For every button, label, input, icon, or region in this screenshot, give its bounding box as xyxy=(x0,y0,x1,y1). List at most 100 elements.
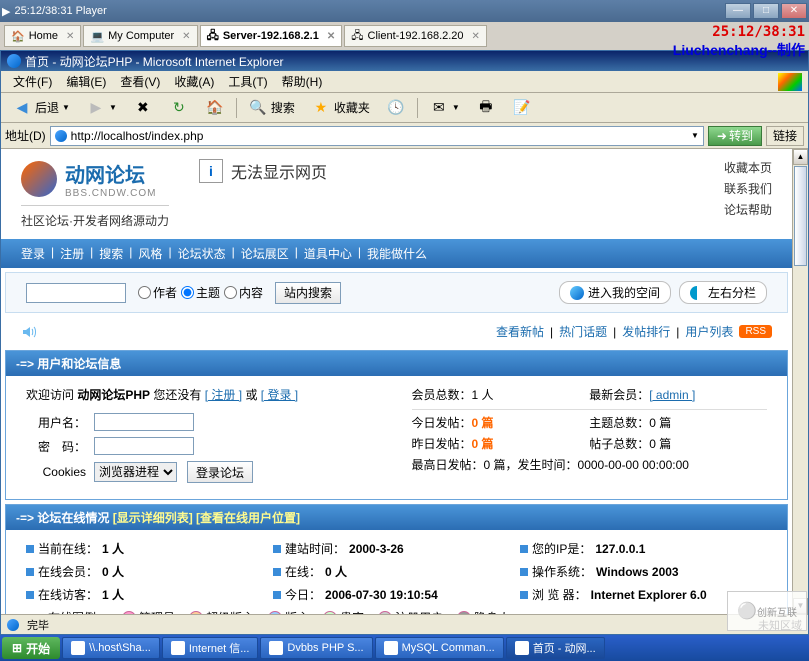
nav-login[interactable]: 登录 xyxy=(21,245,45,262)
minimize-button[interactable]: — xyxy=(725,3,751,19)
forward-icon: ▶ xyxy=(86,98,106,118)
password-input[interactable] xyxy=(94,437,194,455)
tab-mycomputer[interactable]: 💻My Computer✕ xyxy=(83,25,197,47)
back-icon: ◀ xyxy=(12,98,32,118)
nav-zone[interactable]: 论坛展区 xyxy=(241,245,289,262)
tab-close-icon[interactable]: ✕ xyxy=(182,31,190,42)
radio-subject[interactable]: 主题 xyxy=(181,284,220,301)
login-submit-button[interactable]: 登录论坛 xyxy=(187,461,253,483)
start-button[interactable]: ⊞开始 xyxy=(2,637,60,659)
newest-member-link[interactable]: [ admin ] xyxy=(649,388,695,402)
split-view-button[interactable]: 左右分栏 xyxy=(679,281,767,304)
taskbar-item[interactable]: MySQL Comman... xyxy=(375,637,504,659)
scroll-up-icon[interactable]: ▲ xyxy=(793,149,808,165)
taskbar-item[interactable]: Internet 信... xyxy=(162,637,259,659)
myspace-button[interactable]: 进入我的空间 xyxy=(559,281,671,304)
ie-title: 首页 - 动网论坛PHP - Microsoft Internet Explor… xyxy=(25,53,284,70)
radio-content[interactable]: 内容 xyxy=(224,284,263,301)
tab-server[interactable]: 🖧Server-192.168.2.1✕ xyxy=(200,25,343,47)
taskbar-item[interactable]: Dvbbs PHP S... xyxy=(260,637,372,659)
menu-help[interactable]: 帮助(H) xyxy=(276,71,329,92)
mail-button[interactable]: ✉▼ xyxy=(422,95,467,121)
back-button[interactable]: ◀后退▼ xyxy=(5,95,77,121)
refresh-button[interactable]: ↻ xyxy=(162,95,196,121)
username-input[interactable] xyxy=(94,413,194,431)
tab-close-icon[interactable]: ✕ xyxy=(472,31,480,42)
taskbar-item-active[interactable]: 首页 - 动网... xyxy=(506,637,605,659)
print-button[interactable]: 🖶 xyxy=(469,95,503,121)
bullet-icon xyxy=(26,614,34,615)
register-link[interactable]: [ 注册 ] xyxy=(205,388,242,402)
vertical-scrollbar[interactable]: ▲ ▼ xyxy=(792,149,808,614)
sublink-hot[interactable]: 热门话题 xyxy=(559,323,607,340)
go-button[interactable]: ➜转到 xyxy=(708,126,762,146)
nav-whatcanido[interactable]: 我能做什么 xyxy=(367,245,427,262)
tab-client[interactable]: 🖧Client-192.168.2.20✕ xyxy=(344,25,487,47)
logo-title: 动网论坛 xyxy=(65,159,156,188)
nav-props[interactable]: 道具中心 xyxy=(304,245,352,262)
role-mod-icon xyxy=(268,611,282,615)
rss-badge[interactable]: RSS xyxy=(739,325,772,338)
detail-list-link[interactable]: [显示详细列表] xyxy=(113,511,193,525)
taskbar-item[interactable]: \\.host\Sha... xyxy=(62,637,160,659)
links-button[interactable]: 链接 xyxy=(766,126,804,146)
search-input[interactable] xyxy=(26,283,126,303)
address-input-wrapper[interactable]: ▼ xyxy=(50,126,704,146)
nav-search[interactable]: 搜索 xyxy=(99,245,123,262)
edit-button[interactable]: 📝 xyxy=(505,95,539,121)
ie-taskbar-icon xyxy=(171,641,185,655)
menu-file[interactable]: 文件(F) xyxy=(7,71,58,92)
radio-author[interactable]: 作者 xyxy=(138,284,177,301)
menu-edit[interactable]: 编辑(E) xyxy=(60,71,112,92)
bullet-icon xyxy=(273,545,281,553)
sublink-newposts[interactable]: 查看新帖 xyxy=(496,323,544,340)
history-button[interactable]: 🕓 xyxy=(379,95,413,121)
menu-view[interactable]: 查看(V) xyxy=(114,71,166,92)
favorites-button[interactable]: ★收藏夹 xyxy=(304,95,377,121)
menu-tools[interactable]: 工具(T) xyxy=(222,71,273,92)
menu-favorites[interactable]: 收藏(A) xyxy=(168,71,220,92)
tab-close-icon[interactable]: ✕ xyxy=(327,31,335,42)
login-link[interactable]: [ 登录 ] xyxy=(261,388,298,402)
scroll-down-icon[interactable]: ▼ xyxy=(793,598,808,614)
bullet-icon xyxy=(520,545,528,553)
home-button[interactable]: 🏠 xyxy=(198,95,232,121)
section-online: -=> 论坛在线情况 [显示详细列表] [查看在线用户位置] 当前在线：1 人 … xyxy=(5,504,788,614)
logo-tagline: 社区论坛·开发者网络源动力 xyxy=(21,205,169,229)
sublink-rank[interactable]: 发帖排行 xyxy=(622,323,670,340)
address-dropdown-icon[interactable]: ▼ xyxy=(691,131,699,140)
scroll-thumb[interactable] xyxy=(794,166,807,266)
bullet-icon xyxy=(26,545,34,553)
search-button[interactable]: 🔍搜索 xyxy=(241,95,302,121)
close-button[interactable]: ✕ xyxy=(781,3,807,19)
nav-register[interactable]: 注册 xyxy=(60,245,84,262)
tab-home[interactable]: 🏠Home✕ xyxy=(4,25,81,47)
info-icon: i xyxy=(199,159,223,183)
header-link-help[interactable]: 论坛帮助 xyxy=(724,201,772,218)
site-search-button[interactable]: 站内搜索 xyxy=(275,282,341,304)
stop-button[interactable]: ✖ xyxy=(126,95,160,121)
forward-button[interactable]: ▶▼ xyxy=(79,95,124,121)
nav-style[interactable]: 风格 xyxy=(138,245,162,262)
section-user-info-header: -=> 用户和论坛信息 xyxy=(6,351,787,376)
role-user-icon xyxy=(378,611,392,615)
role-admin-icon xyxy=(122,611,136,615)
cookies-select[interactable]: 浏览器进程 xyxy=(94,462,177,482)
header-link-contact[interactable]: 联系我们 xyxy=(724,180,772,197)
folder-icon xyxy=(71,641,85,655)
page-icon xyxy=(55,130,67,142)
address-input[interactable] xyxy=(71,129,687,143)
section-online-header: -=> 论坛在线情况 [显示详细列表] [查看在线用户位置] xyxy=(6,505,787,530)
refresh-icon: ↻ xyxy=(169,98,189,118)
myspace-icon xyxy=(570,286,584,300)
maximize-button[interactable]: □ xyxy=(753,3,779,19)
sublink-users[interactable]: 用户列表 xyxy=(685,323,733,340)
nav-status[interactable]: 论坛状态 xyxy=(178,245,226,262)
tab-close-icon[interactable]: ✕ xyxy=(66,31,74,42)
role-vip-icon xyxy=(323,611,337,615)
ie-content: ▲ ▼ 动网论坛 BBS.CNDW.COM 社区论坛·开发者网络源 xyxy=(1,149,808,614)
header-link-bookmark[interactable]: 收藏本页 xyxy=(724,159,772,176)
user-location-link[interactable]: [查看在线用户位置] xyxy=(196,511,300,525)
bullet-icon xyxy=(26,591,34,599)
bullet-icon xyxy=(520,568,528,576)
